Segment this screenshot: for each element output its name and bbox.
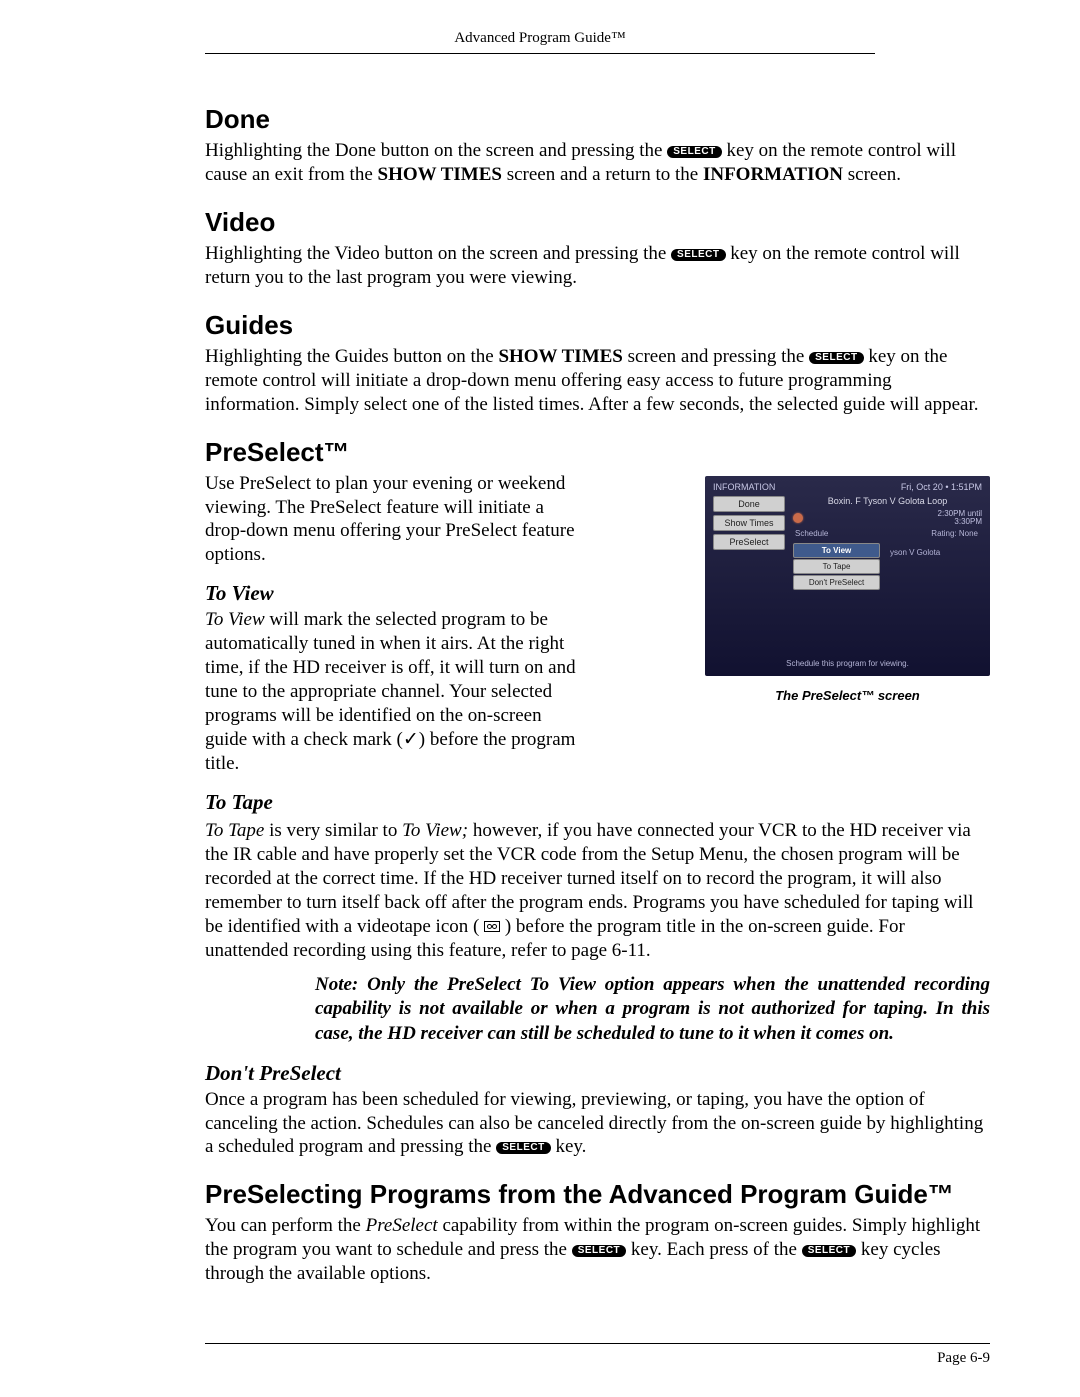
ss-time: 2:30PM until 3:30PM <box>938 510 982 528</box>
ss-btn-preselect: PreSelect <box>713 534 785 550</box>
para-video: Highlighting the Video button on the scr… <box>205 242 990 290</box>
text: screen and a return to the <box>507 164 703 185</box>
ss-btn-done: Done <box>713 496 785 512</box>
ss-opt-dont: Don't PreSelect <box>793 575 880 590</box>
text-italic: To View; <box>402 820 468 841</box>
ss-datetime: Fri, Oct 20 • 1:51PM <box>901 482 982 492</box>
text: Highlighting the Guides button on the <box>205 346 498 367</box>
text: key. <box>555 1136 586 1157</box>
text: is very similar to <box>269 820 402 841</box>
heading-totape: To Tape <box>205 790 990 815</box>
page-footer: Page 6-9 <box>205 1343 990 1367</box>
para-totape: To Tape is very similar to To View; howe… <box>205 819 990 963</box>
select-key-icon: SELECT <box>671 249 725 261</box>
heading-guides: Guides <box>205 310 990 341</box>
videotape-icon <box>484 921 500 932</box>
select-key-icon: SELECT <box>809 352 863 364</box>
note-preselect: Note: Only the PreSelect To View option … <box>315 973 990 1047</box>
text-italic: To View <box>205 609 265 630</box>
text: 3:30PM <box>954 517 982 526</box>
text: key. Each press of the <box>631 1239 802 1260</box>
running-header: Advanced Program Guide™ <box>205 30 875 54</box>
figure-caption: The PreSelect™ screen <box>705 688 990 703</box>
page-number: Page 6-9 <box>937 1350 990 1366</box>
text-italic: To Tape <box>205 820 264 841</box>
text: Highlighting the Done button on the scre… <box>205 140 667 161</box>
ss-left-col: Done Show Times PreSelect <box>713 496 785 592</box>
ss-footer-text: Schedule this program for viewing. <box>705 659 990 668</box>
text-bold: INFORMATION <box>703 164 843 185</box>
text: Once a program has been scheduled for vi… <box>205 1089 983 1158</box>
heading-dont-preselect: Don't PreSelect <box>205 1061 990 1086</box>
para-preselecting: You can perform the PreSelect capability… <box>205 1214 990 1286</box>
text: 2:30PM until <box>938 509 982 518</box>
ss-right-col: Boxin. F Tyson V Golota Loop 2:30PM unti… <box>793 496 982 592</box>
para-dont-preselect: Once a program has been scheduled for vi… <box>205 1088 990 1160</box>
heading-video: Video <box>205 207 990 238</box>
text: You can perform the <box>205 1215 366 1236</box>
heading-preselect: PreSelect™ <box>205 437 990 468</box>
para-preselect-intro: Use PreSelect to plan your evening or we… <box>205 472 585 568</box>
select-key-icon: SELECT <box>572 1245 626 1257</box>
ss-schedule-label: Schedule <box>795 529 828 538</box>
select-key-icon: SELECT <box>496 1142 550 1154</box>
ss-listing: yson V Golota <box>884 542 940 591</box>
record-dot-icon <box>793 513 803 523</box>
content-area: Done Highlighting the Done button on the… <box>205 104 990 1286</box>
select-key-icon: SELECT <box>802 1245 856 1257</box>
para-done: Highlighting the Done button on the scre… <box>205 139 990 187</box>
ss-options: To View To Tape Don't PreSelect <box>793 542 880 591</box>
ss-program-title: Boxin. F Tyson V Golota Loop <box>793 496 982 506</box>
para-toview: To View will mark the selected program t… <box>205 608 585 776</box>
select-key-icon: SELECT <box>667 146 721 158</box>
text-bold: SHOW TIMES <box>498 346 622 367</box>
ss-info-label: INFORMATION <box>713 482 775 492</box>
text: will mark the selected program to be aut… <box>205 609 576 774</box>
preselect-screenshot: INFORMATION Fri, Oct 20 • 1:51PM Done Sh… <box>705 476 990 676</box>
text: Highlighting the Video button on the scr… <box>205 243 671 264</box>
para-guides: Highlighting the Guides button on the SH… <box>205 345 990 417</box>
ss-rating-label: Rating: None <box>931 529 978 538</box>
ss-opt-totape: To Tape <box>793 559 880 574</box>
ss-btn-showtimes: Show Times <box>713 515 785 531</box>
heading-done: Done <box>205 104 990 135</box>
text: screen and pressing the <box>628 346 810 367</box>
heading-preselecting-programs: PreSelecting Programs from the Advanced … <box>205 1179 990 1210</box>
figure-preselect-screen: INFORMATION Fri, Oct 20 • 1:51PM Done Sh… <box>705 476 990 703</box>
text-bold: SHOW TIMES <box>378 164 502 185</box>
text: screen. <box>848 164 901 185</box>
ss-opt-toview: To View <box>793 543 880 558</box>
text-italic: PreSelect <box>366 1215 438 1236</box>
